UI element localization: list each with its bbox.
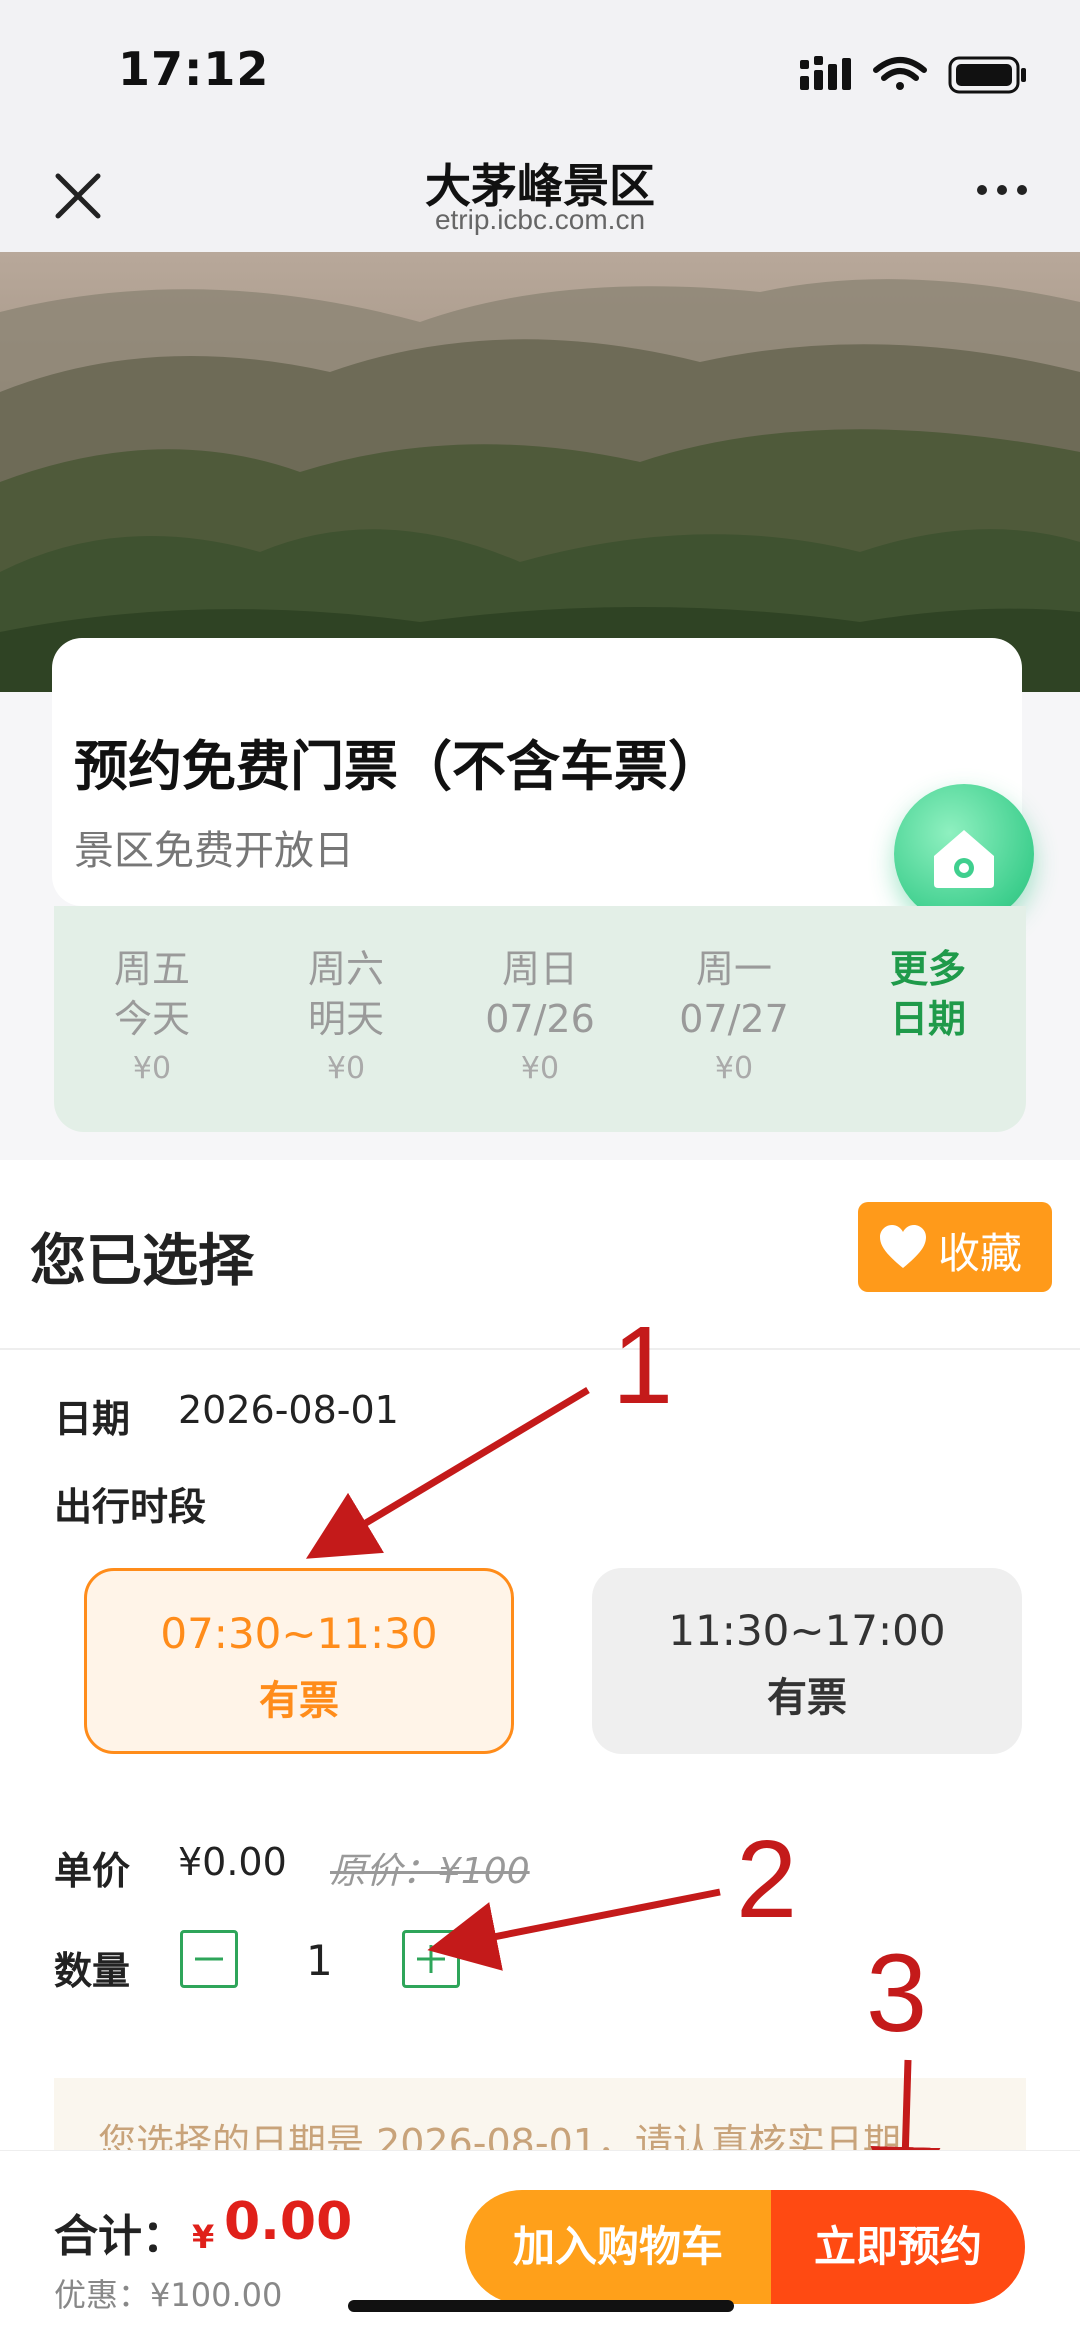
annotation-arrow-2 [427, 1888, 721, 1971]
discount-text: 优惠：¥100.00 [54, 2276, 283, 2314]
annotation-arrows [305, 1386, 941, 2217]
total-value: 0.00 [224, 2192, 353, 2252]
home-indicator [348, 2300, 734, 2312]
total-label: 合计： [54, 2211, 186, 2262]
book-now-button[interactable]: 立即预约 [771, 2190, 1025, 2304]
total-currency: ¥ [192, 2218, 215, 2256]
add-to-cart-button[interactable]: 加入购物车 [465, 2190, 771, 2304]
annotation-arrow-1 [305, 1386, 590, 1559]
